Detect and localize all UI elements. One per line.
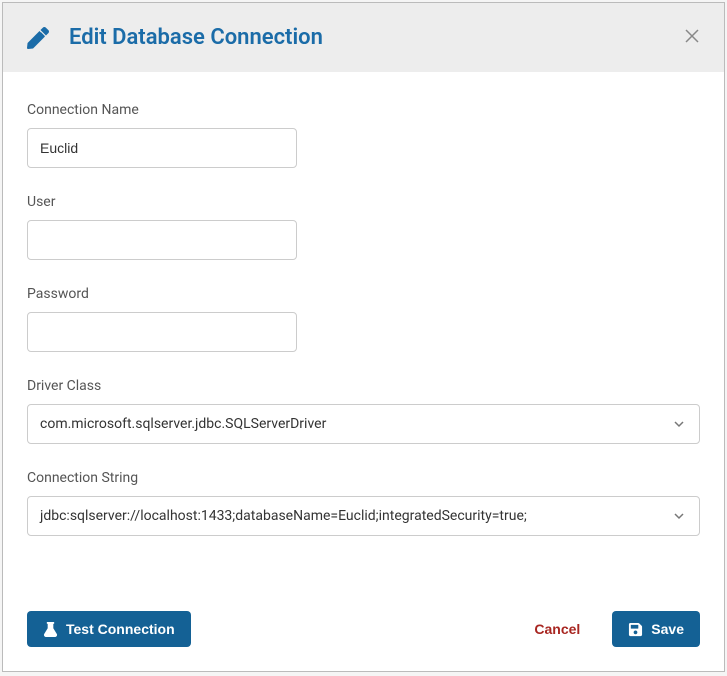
close-icon: [684, 28, 700, 44]
connection-string-value: jdbc:sqlserver://localhost:1433;database…: [40, 508, 527, 524]
cancel-label: Cancel: [534, 621, 580, 637]
close-button[interactable]: [680, 24, 704, 52]
connection-name-input[interactable]: [27, 128, 297, 168]
password-input[interactable]: [27, 312, 297, 352]
spacer: [27, 562, 700, 571]
connection-name-label: Connection Name: [27, 102, 700, 118]
modal-footer: Test Connection Cancel Save: [3, 595, 724, 671]
chevron-down-icon: [673, 418, 685, 430]
user-group: User: [27, 194, 700, 260]
edit-square-icon: [27, 27, 49, 49]
connection-string-select[interactable]: jdbc:sqlserver://localhost:1433;database…: [27, 496, 700, 536]
modal-header: Edit Database Connection: [3, 3, 724, 72]
modal-body: Connection Name User Password Driver Cla…: [3, 72, 724, 595]
test-connection-label: Test Connection: [66, 621, 175, 637]
chevron-down-icon: [673, 510, 685, 522]
driver-class-group: Driver Class com.microsoft.sqlserver.jdb…: [27, 378, 700, 444]
cancel-button[interactable]: Cancel: [530, 611, 584, 647]
save-button[interactable]: Save: [612, 611, 700, 647]
driver-class-select[interactable]: com.microsoft.sqlserver.jdbc.SQLServerDr…: [27, 404, 700, 444]
flask-icon: [43, 622, 58, 637]
save-icon: [628, 622, 643, 637]
connection-string-label: Connection String: [27, 470, 700, 486]
user-input[interactable]: [27, 220, 297, 260]
password-group: Password: [27, 286, 700, 352]
password-label: Password: [27, 286, 700, 302]
modal-title: Edit Database Connection: [69, 25, 323, 50]
connection-name-group: Connection Name: [27, 102, 700, 168]
connection-string-group: Connection String jdbc:sqlserver://local…: [27, 470, 700, 536]
test-connection-button[interactable]: Test Connection: [27, 611, 191, 647]
save-label: Save: [651, 621, 684, 637]
edit-connection-modal: Edit Database Connection Connection Name…: [2, 2, 725, 672]
footer-right: Cancel Save: [530, 611, 700, 647]
driver-class-label: Driver Class: [27, 378, 700, 394]
driver-class-value: com.microsoft.sqlserver.jdbc.SQLServerDr…: [40, 416, 326, 432]
user-label: User: [27, 194, 700, 210]
